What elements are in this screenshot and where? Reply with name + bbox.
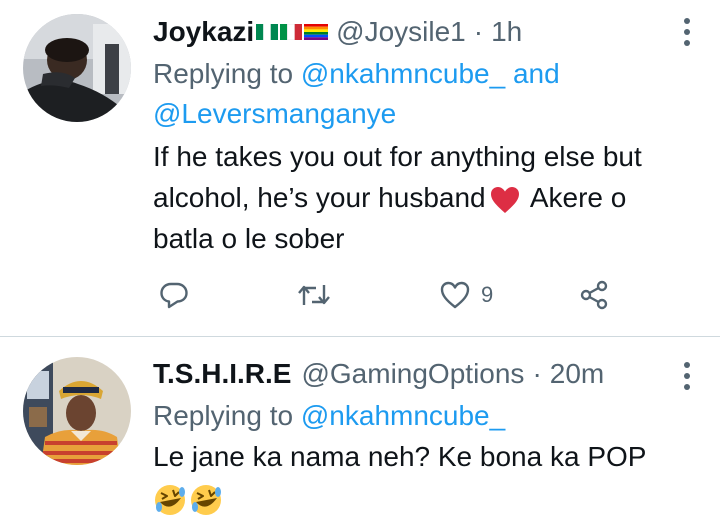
timestamp[interactable]: 1h: [491, 14, 522, 50]
replying-to: Replying to @nkahmncube_ and @Leversmang…: [153, 54, 680, 134]
tweet-text: If he takes you out for anything else bu…: [153, 136, 680, 259]
flag-italy-icon: [280, 24, 303, 40]
name-flags: [256, 24, 329, 40]
tweet-2-content: T.S.H.I.R.E @GamingOptions · 20m Replyin…: [153, 356, 680, 518]
tweet-text: Le jane ka nama neh? Ke bona ka POP: [153, 436, 680, 518]
mention-nkahmncube[interactable]: @nkahmncube_: [301, 58, 505, 89]
flag-rainbow-icon: [304, 24, 329, 40]
mention-leversmanganye[interactable]: @Leversmanganye: [153, 98, 396, 129]
replying-to: Replying to @nkahmncube_: [153, 396, 680, 436]
display-name[interactable]: Joykazi: [153, 14, 254, 50]
tweet-header: Joykazi @Joysile1 · 1h: [153, 14, 680, 50]
reply-icon: [160, 282, 188, 309]
share-icon: [580, 280, 608, 310]
and-word[interactable]: and: [505, 58, 560, 89]
tweet-header: T.S.H.I.R.E @GamingOptions · 20m: [153, 356, 680, 392]
timestamp[interactable]: 20m: [550, 356, 604, 392]
rolling-laughing-emoji-icon: [155, 484, 185, 515]
rolling-laughing-emoji-icon: [191, 484, 221, 515]
handle[interactable]: @GamingOptions: [301, 356, 524, 392]
like-count: 9: [481, 282, 494, 307]
separator-dot: ·: [532, 358, 542, 389]
avatar-joykazi[interactable]: [23, 14, 131, 122]
separator-dot: ·: [473, 16, 484, 47]
tweet-actions: 9: [158, 279, 618, 315]
reply-button[interactable]: [158, 279, 190, 311]
share-button[interactable]: [578, 279, 610, 311]
more-icon[interactable]: [682, 18, 692, 46]
avatar-tshire[interactable]: [23, 357, 131, 465]
replying-prefix: Replying to: [153, 58, 301, 89]
retweet-button[interactable]: [296, 279, 332, 311]
more-icon[interactable]: [682, 362, 692, 390]
retweet-icon: [298, 285, 330, 305]
like-icon: [440, 281, 470, 309]
tweet-1-content: Joykazi @Joysile1 · 1h Replying to @nkah…: [153, 14, 680, 259]
flag-nigeria-icon: [256, 24, 279, 40]
red-heart-icon: [490, 186, 519, 213]
tweet-text-body: Le jane ka nama neh? Ke bona ka POP: [153, 441, 647, 472]
handle[interactable]: @Joysile1: [336, 14, 466, 50]
display-name[interactable]: T.S.H.I.R.E: [153, 356, 291, 392]
mention-nkahmncube[interactable]: @nkahmncube_: [301, 400, 505, 431]
replying-prefix: Replying to: [153, 400, 301, 431]
like-button[interactable]: 9: [439, 279, 493, 311]
